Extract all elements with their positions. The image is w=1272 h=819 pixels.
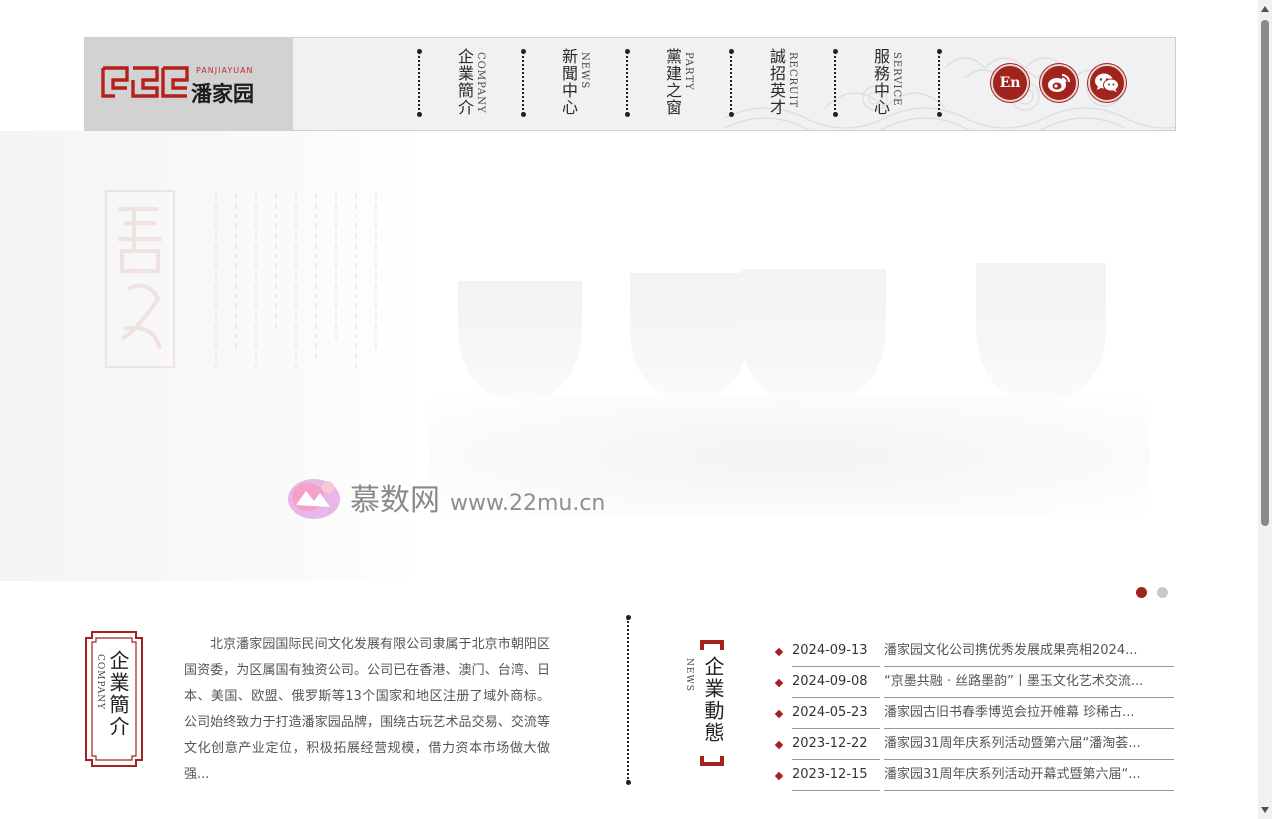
news-headline[interactable]: 潘家园31周年庆系列活动开幕式暨第六届“... (884, 760, 1174, 791)
scroll-thumb[interactable] (1261, 20, 1269, 526)
news-headline[interactable]: “京墨共融 · 丝路墨韵”丨墨玉文化艺术交流... (884, 667, 1174, 698)
hero-banner[interactable]: 慕数网 www.22mu.cn (0, 131, 1258, 581)
site-header: PANJIAYUAN 潘家园 企業簡介 COMPANY 新聞中心 NEWS 黨建… (84, 37, 1176, 131)
nav-item-service[interactable]: 服務中心 SERVICE (861, 48, 921, 124)
news-headline[interactable]: 潘家园文化公司携优秀发展成果亮相2024... (884, 636, 1174, 667)
company-section-title[interactable]: 企業簡介 COMPANY (84, 630, 144, 768)
weibo-icon (1048, 74, 1070, 92)
news-date: 2024-09-08 (792, 667, 880, 698)
watermark-logo-icon (288, 479, 340, 519)
logo[interactable]: PANJIAYUAN 潘家园 (85, 38, 293, 130)
scroll-up-icon[interactable] (1261, 6, 1269, 12)
logo-text: 潘家园 (191, 82, 254, 106)
nav-item-company[interactable]: 企業簡介 COMPANY (445, 48, 505, 124)
logo-subtitle: PANJIAYUAN (196, 66, 254, 75)
tea-cup (740, 269, 886, 399)
nav-item-recruit[interactable]: 誠招英才 RECRUIT (757, 48, 817, 124)
news-title-en: NEWS (684, 658, 694, 692)
slider-dot-1[interactable] (1136, 587, 1147, 598)
news-headline[interactable]: 潘家园31周年庆系列活动暨第六届“潘淘荟... (884, 729, 1174, 760)
nav-separator (832, 49, 838, 117)
diamond-bullet-icon (774, 647, 784, 656)
news-headline[interactable]: 潘家园古旧书春季博览会拉开帷幕 珍稀古... (884, 698, 1174, 729)
diamond-bullet-icon (774, 709, 784, 718)
slider-dots (1136, 587, 1168, 598)
nav-label-en: NEWS (579, 52, 590, 90)
company-intro-text: 北京潘家园国际民间文化发展有限公司隶属于北京市朝阳区国资委，为区属国有独资公司。… (184, 637, 550, 782)
section-separator (625, 615, 631, 785)
seal-decoration (105, 190, 175, 368)
nav-label-en: PARTY (683, 52, 694, 91)
nav-label: 新聞中心 (559, 48, 578, 116)
nav-label: 企業簡介 (455, 48, 474, 116)
nav-separator (416, 49, 422, 117)
scroll-down-icon[interactable] (1261, 807, 1269, 813)
watermark: 慕数网 www.22mu.cn (284, 471, 605, 523)
news-item[interactable]: 2024-09-08 “京墨共融 · 丝路墨韵”丨墨玉文化艺术交流... (772, 667, 1174, 698)
nav-label-en: COMPANY (475, 52, 486, 114)
nav-separator (936, 49, 942, 117)
weibo-button[interactable] (1040, 64, 1078, 102)
news-date: 2023-12-22 (792, 729, 880, 760)
news-date: 2023-12-15 (792, 760, 880, 791)
news-item[interactable]: 2023-12-15 潘家园31周年庆系列活动开幕式暨第六届“... (772, 760, 1174, 791)
company-title-en: COMPANY (95, 654, 105, 711)
nav-item-news[interactable]: 新聞中心 NEWS (549, 48, 609, 124)
tea-cup (976, 263, 1106, 399)
nav-item-party[interactable]: 黨建之窗 PARTY (653, 48, 713, 124)
news-title-cn: 企業動態 (701, 656, 725, 744)
page-scrollbar[interactable] (1258, 0, 1272, 819)
diamond-bullet-icon (774, 740, 784, 749)
watermark-url: www.22mu.cn (450, 490, 606, 516)
nav-separator (520, 49, 526, 117)
news-item[interactable]: 2024-09-13 潘家园文化公司携优秀发展成果亮相2024... (772, 636, 1174, 667)
tea-cup (458, 281, 582, 399)
news-section-title[interactable]: 企業動態 NEWS (682, 640, 732, 766)
calligraphy-decoration (215, 193, 377, 373)
nav-label: 誠招英才 (767, 48, 786, 116)
company-title-cn: 企業簡介 (106, 650, 130, 738)
nav-separator (728, 49, 734, 117)
tea-cup (630, 273, 750, 399)
diamond-bullet-icon (774, 771, 784, 780)
nav-label: 黨建之窗 (663, 48, 682, 116)
wechat-icon (1095, 73, 1119, 92)
news-date: 2024-05-23 (792, 698, 880, 729)
news-list: 2024-09-13 潘家园文化公司携优秀发展成果亮相2024... 2024-… (772, 636, 1174, 791)
nav-label-en: RECRUIT (787, 52, 798, 109)
nav-label: 服務中心 (871, 48, 890, 116)
english-language-button[interactable]: En (991, 64, 1029, 102)
news-date: 2024-09-13 (792, 636, 880, 667)
nav-label-en: SERVICE (891, 52, 902, 107)
bracket-decoration (700, 756, 724, 766)
slider-dot-2[interactable] (1157, 587, 1168, 598)
bracket-decoration (700, 640, 724, 650)
logo-mark-icon (101, 66, 189, 98)
news-item[interactable]: 2023-12-22 潘家园31周年庆系列活动暨第六届“潘淘荟... (772, 729, 1174, 760)
diamond-bullet-icon (774, 678, 784, 687)
watermark-text: 慕数网 (350, 483, 440, 518)
nav-separator (624, 49, 630, 117)
wechat-button[interactable] (1088, 64, 1126, 102)
news-item[interactable]: 2024-05-23 潘家园古旧书春季博览会拉开帷幕 珍稀古... (772, 698, 1174, 729)
